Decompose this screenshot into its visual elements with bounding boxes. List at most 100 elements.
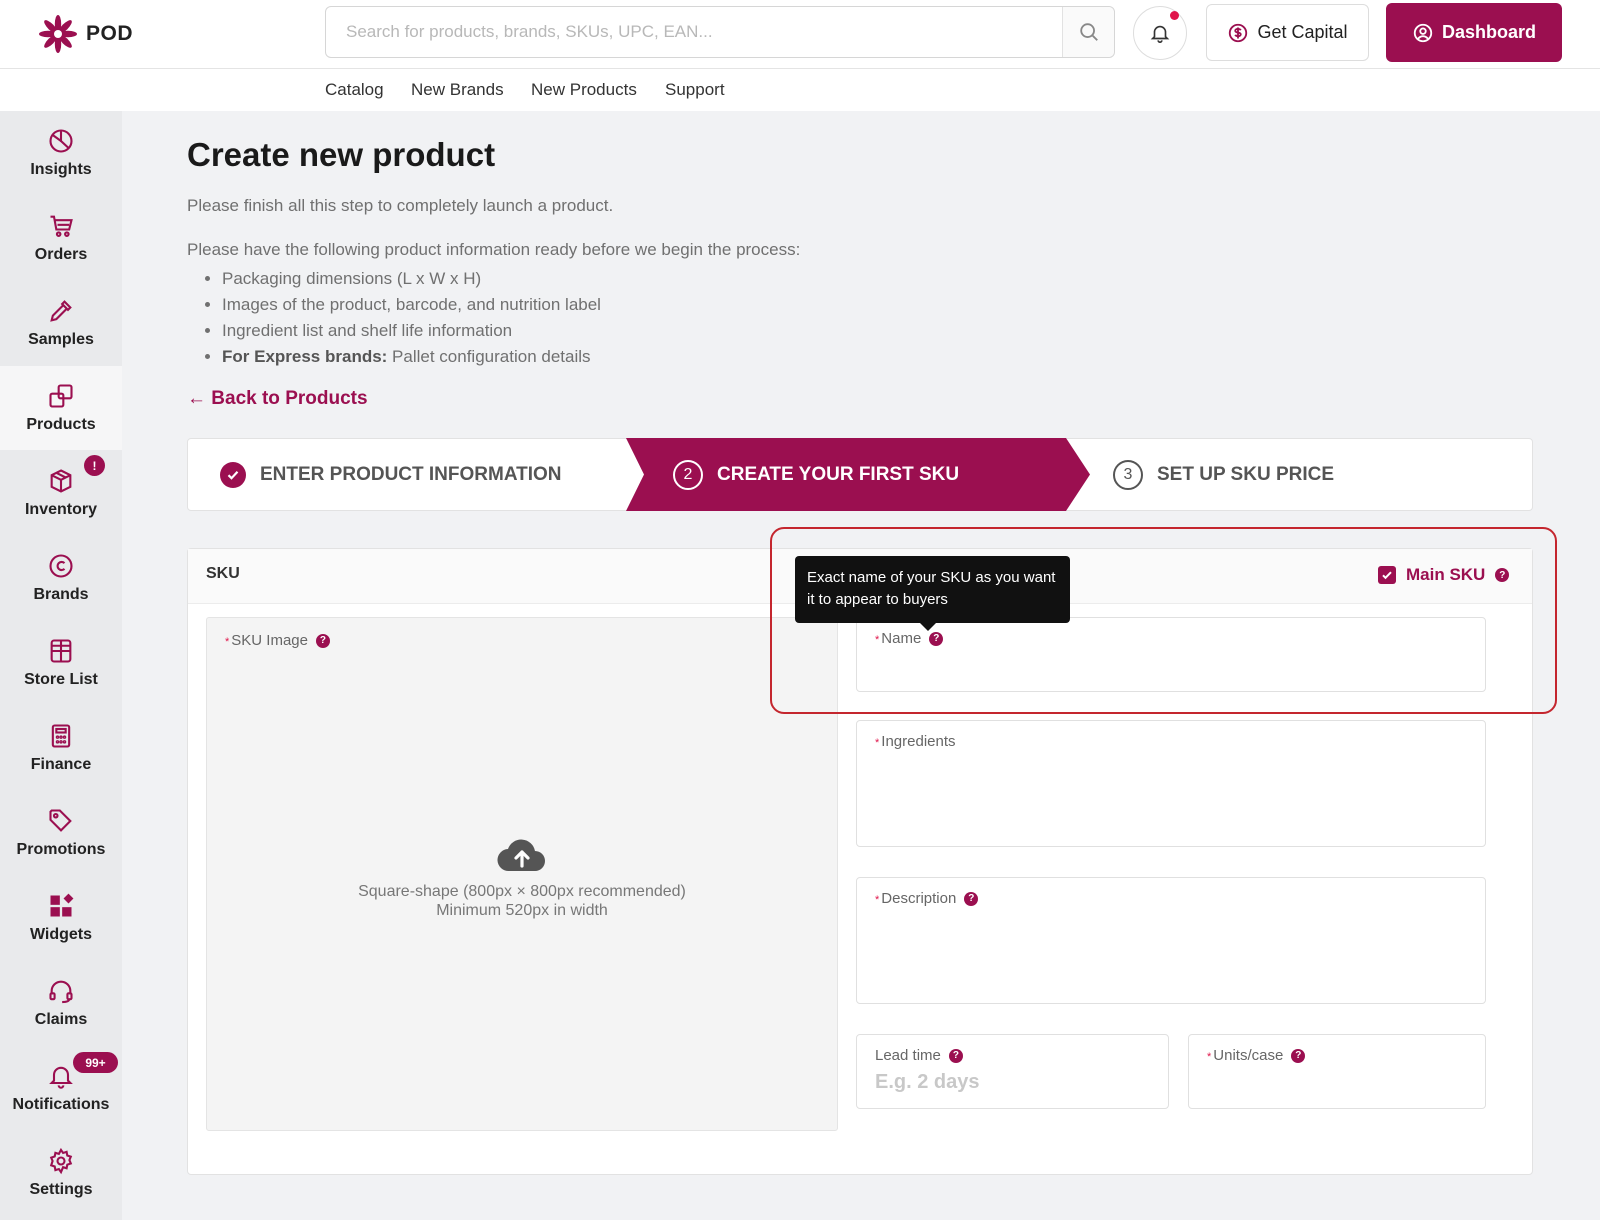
headset-icon [49,980,73,1004]
subnav-new-brands[interactable]: New Brands [411,80,504,100]
ingredients-label: * Ingredients [875,733,956,750]
sidebar-item-settings[interactable]: Settings [0,1131,122,1215]
get-capital-label: Get Capital [1257,22,1348,42]
notifications-count-badge: 99+ [73,1052,118,1073]
user-circle-icon [1413,23,1433,42]
sidebar-item-notifications[interactable]: Notifications 99+ [0,1046,122,1130]
sidebar: Insights Orders Samples Products Invento… [0,111,122,1220]
sidebar-item-finance[interactable]: Finance [0,706,122,790]
sidebar-item-store-list[interactable]: Store List [0,621,122,705]
express-bold-text: For Express brands: [222,347,388,366]
ingredients-field[interactable]: * Ingredients [856,720,1486,847]
sidebar-item-orders[interactable]: Orders [0,196,122,280]
step-label: SET UP SKU PRICE [1157,463,1335,485]
tag-icon [49,809,72,832]
lead-time-field[interactable]: Lead time ? E.g. 2 days [856,1034,1169,1109]
description-label: * Description ? [875,890,979,907]
bell-icon [1150,25,1170,43]
subnav-catalog[interactable]: Catalog [325,80,384,100]
sidebar-item-label: Settings [29,1181,93,1198]
highlight-box [770,527,1557,714]
lead-time-label-text: Lead time [875,1047,941,1064]
inventory-alert-badge: ! [84,455,105,476]
sku-image-dropzone[interactable]: * SKU Image ? Square-shape (800px × 800px… [206,617,838,1131]
get-capital-button[interactable]: Get Capital [1206,4,1369,61]
top-bar: POD Get Capital Dashboard [0,0,1600,69]
requirements-list: Packaging dimensions (L x W x H) Images … [222,266,601,370]
step-label: ENTER PRODUCT INFORMATION [260,463,562,485]
store-icon [50,639,72,663]
list-item: Packaging dimensions (L x W x H) [222,266,601,292]
description-label-text: Description [881,890,957,907]
search-button[interactable] [1062,7,1114,57]
pie-chart-icon [49,129,73,153]
subnav-new-products[interactable]: New Products [531,80,637,100]
check-circle-icon [220,461,246,488]
description-field[interactable]: * Description ? [856,877,1486,1004]
help-icon[interactable]: ? [948,1048,963,1063]
flower-logo-icon [39,15,77,53]
progress-stepper: ENTER PRODUCT INFORMATION 2 CREATE YOUR … [187,438,1533,511]
units-case-field[interactable]: * Units/case ? [1188,1034,1486,1109]
upload-area[interactable]: Square-shape (800px × 800px recommended)… [207,833,837,920]
sidebar-item-samples[interactable]: Samples [0,281,122,365]
cart-icon [50,215,73,237]
step-number: 2 [673,459,703,490]
sidebar-item-products[interactable]: Products [0,366,122,450]
sidebar-item-label: Promotions [16,841,106,858]
search-icon [1079,23,1098,41]
dashboard-button[interactable]: Dashboard [1386,3,1562,62]
notifications-button[interactable] [1133,6,1187,60]
sku-image-label-text: SKU Image [231,632,308,649]
logo[interactable]: POD [36,12,133,56]
help-icon[interactable]: ? [315,633,330,648]
sidebar-item-widgets[interactable]: Widgets [0,876,122,960]
sidebar-item-label: Notifications [12,1096,110,1113]
copy-icon [49,384,73,408]
sidebar-item-brands[interactable]: Brands [0,536,122,620]
list-item: For Express brands: Pallet configuration… [222,344,601,370]
bell-icon [49,1066,73,1089]
page-intro-requirements: Please have the following product inform… [187,240,801,259]
sidebar-item-claims[interactable]: Claims [0,961,122,1045]
subnav-support[interactable]: Support [665,80,725,100]
search-input[interactable] [326,7,1062,57]
sidebar-item-label: Orders [34,246,88,263]
brand-name: POD [86,22,134,45]
pipette-icon [50,300,72,322]
sidebar-item-label: Store List [24,671,98,688]
upload-hint-min-width: Minimum 520px in width [436,902,608,919]
sidebar-item-insights[interactable]: Insights [0,111,122,195]
list-item: Ingredient list and shelf life informati… [222,318,601,344]
step-enter-product-info[interactable]: ENTER PRODUCT INFORMATION [220,439,562,510]
ingredients-label-text: Ingredients [881,733,956,750]
dashboard-label: Dashboard [1441,22,1537,42]
sidebar-item-label: Samples [28,331,94,348]
sidebar-item-promotions[interactable]: Promotions [0,791,122,875]
lead-time-placeholder: E.g. 2 days [875,1071,980,1093]
help-icon[interactable]: ? [964,891,979,906]
list-item: Images of the product, barcode, and nutr… [222,292,601,318]
cloud-upload-icon [497,839,545,872]
widgets-icon [50,893,74,917]
calculator-icon [51,724,71,748]
step-create-first-sku[interactable]: 2 CREATE YOUR FIRST SKU [673,439,959,510]
sidebar-item-label: Finance [30,756,92,773]
sidebar-item-inventory[interactable]: Inventory ! [0,451,122,535]
step-label: CREATE YOUR FIRST SKU [717,463,960,485]
sub-nav: Catalog New Brands New Products Support [0,69,1600,111]
step-number: 3 [1113,459,1143,490]
upload-hint-size: Square-shape (800px × 800px recommended) [358,883,686,900]
sidebar-item-label: Brands [33,586,89,603]
lead-time-label: Lead time ? [875,1047,963,1064]
express-text: Pallet configuration details [387,347,591,366]
sku-card-title: SKU [206,565,240,582]
step-set-up-sku-price[interactable]: 3 SET UP SKU PRICE [1113,439,1334,510]
copyright-icon [49,554,73,578]
sidebar-item-label: Insights [30,161,92,178]
gear-icon [49,1147,73,1175]
help-icon[interactable]: ? [1291,1048,1306,1063]
back-to-products-link[interactable]: ← Back to Products [187,388,368,410]
search-bar [325,6,1115,58]
box-icon [50,469,72,493]
